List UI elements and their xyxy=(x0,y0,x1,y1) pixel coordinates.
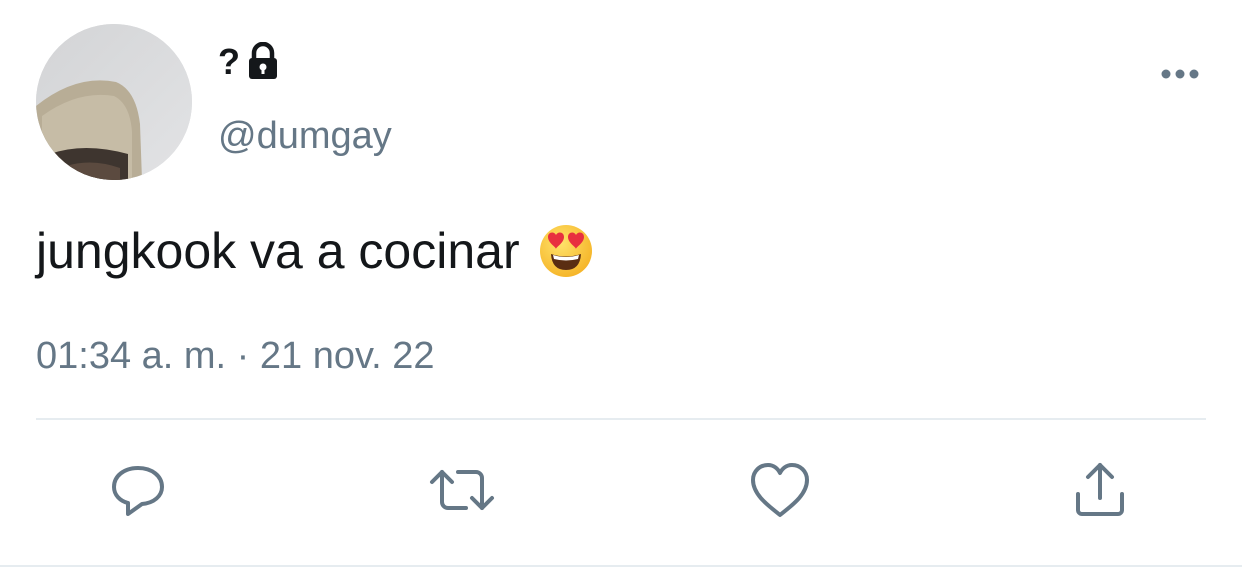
more-options-button[interactable] xyxy=(1156,58,1204,90)
retweet-button[interactable] xyxy=(428,456,496,524)
author-handle[interactable]: @dumgay xyxy=(218,112,392,160)
author-name-row: ? xyxy=(218,40,282,84)
avatar[interactable] xyxy=(36,24,192,180)
author-display-name[interactable]: ? xyxy=(218,40,240,84)
smiling-face-with-heart-eyes-icon xyxy=(538,223,594,279)
divider xyxy=(36,418,1206,420)
tweet-timestamp[interactable]: 01:34 a. m. · 21 nov. 22 xyxy=(36,332,435,380)
more-horizontal-icon xyxy=(1161,69,1199,79)
retweet-icon xyxy=(430,470,494,510)
bottom-divider xyxy=(0,565,1242,567)
reply-icon xyxy=(112,466,164,516)
heart-icon xyxy=(751,463,809,517)
like-button[interactable] xyxy=(746,456,814,524)
tweet-text: jungkook va a cocinar xyxy=(36,223,520,279)
share-button[interactable] xyxy=(1066,456,1134,524)
reply-button[interactable] xyxy=(104,456,172,524)
tweet-body: jungkook va a cocinar xyxy=(36,220,594,282)
share-icon xyxy=(1076,463,1124,516)
lock-icon xyxy=(244,41,282,82)
avatar-photo xyxy=(36,24,192,180)
